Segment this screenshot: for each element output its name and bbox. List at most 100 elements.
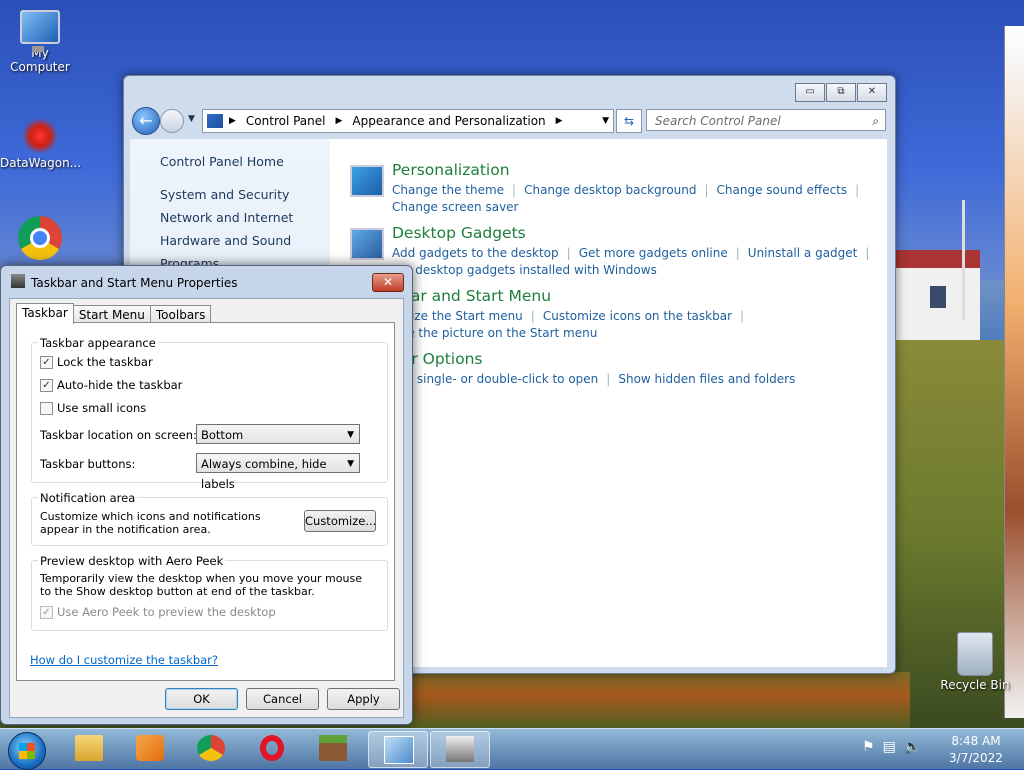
link-click-to-open[interactable]: cify single- or double-click to open — [392, 372, 598, 386]
start-button[interactable] — [8, 732, 46, 770]
desktop-icon-label: Recycle Bin — [940, 678, 1010, 692]
sidebar-item-security[interactable]: System and Security — [160, 187, 289, 202]
recent-pages-dropdown[interactable]: ▼ — [188, 114, 195, 124]
category-title[interactable]: kbar and Start Menu — [392, 287, 551, 305]
checkbox-box[interactable]: ✓ — [40, 355, 53, 369]
maximize-button[interactable]: ⧉ — [826, 83, 856, 102]
file-explorer-icon — [75, 735, 103, 761]
aero-peek-checkbox: ✓ Use Aero Peek to preview the desktop — [40, 605, 276, 619]
location-select[interactable]: Bottom ▼ — [196, 424, 360, 444]
group-aero-peek: Preview desktop with Aero Peek Temporari… — [31, 554, 388, 631]
checkbox-box[interactable]: ✓ — [40, 378, 53, 392]
wallpaper-flowers — [410, 672, 910, 730]
clock[interactable]: 8:48 AM 3/7/2022 — [940, 733, 1012, 767]
refresh-button[interactable]: ⇆ — [616, 109, 642, 133]
location-value: Bottom — [201, 428, 244, 442]
taskbar-item-minecraft[interactable] — [304, 731, 362, 766]
volume-icon[interactable]: 🔈 — [904, 739, 921, 755]
minecraft-icon — [319, 735, 347, 761]
group-label: Notification area — [38, 491, 138, 505]
chevron-down-icon: ▼ — [347, 430, 354, 440]
address-dropdown-icon[interactable]: ▼ — [602, 116, 609, 126]
buttons-value: Always combine, hide labels — [201, 457, 327, 491]
desktop-icon-my-computer[interactable]: My Computer — [0, 10, 80, 74]
desktop-icon-recycle-bin[interactable]: Recycle Bin — [935, 632, 1015, 692]
taskbar-item-opera[interactable] — [243, 731, 301, 766]
taskbar-properties-icon — [11, 274, 25, 288]
peek-description: Temporarily view the desktop when you mo… — [40, 572, 362, 598]
link-restore-gadgets[interactable]: ore desktop gadgets installed with Windo… — [392, 263, 657, 277]
chevron-down-icon: ▼ — [347, 459, 354, 469]
group-taskbar-appearance: Taskbar appearance ✓ Lock the taskbar ✓ … — [31, 336, 388, 491]
datawagon-icon — [22, 118, 58, 154]
minimize-button[interactable]: ▭ — [795, 83, 825, 102]
close-button[interactable]: ✕ — [372, 273, 404, 292]
taskbar: ⚑ ▤ 🔈 8:48 AM 3/7/2022 — [0, 728, 1024, 770]
link-uninstall-gadget[interactable]: Uninstall a gadget — [748, 246, 858, 260]
window-controls: ▭ ⧉ ✕ — [794, 83, 887, 102]
gadgets-icon — [350, 228, 384, 260]
link-change-background[interactable]: Change desktop background — [524, 183, 696, 197]
customize-button[interactable]: Customize... — [304, 510, 376, 532]
system-tray: ⚑ ▤ 🔈 — [862, 739, 921, 755]
taskbar-item-chrome[interactable] — [182, 731, 240, 766]
chrome-icon — [18, 216, 62, 260]
breadcrumb-appearance[interactable]: Appearance and Personalization — [352, 114, 545, 128]
taskbar-item-taskbar-properties[interactable] — [430, 731, 490, 768]
search-placeholder: Search Control Panel — [655, 114, 781, 128]
checkbox-label[interactable]: Lock the taskbar — [57, 355, 153, 369]
action-center-icon[interactable]: ⚑ — [862, 739, 875, 755]
category-title[interactable]: Desktop Gadgets — [392, 224, 526, 242]
opera-icon — [260, 735, 284, 761]
link-change-picture[interactable]: nge the picture on the Start menu — [392, 326, 597, 340]
wallpaper-pole — [962, 200, 965, 320]
link-add-gadgets[interactable]: Add gadgets to the desktop — [392, 246, 559, 260]
link-change-sounds[interactable]: Change sound effects — [717, 183, 848, 197]
desktop-icon-chrome[interactable] — [0, 216, 80, 262]
chrome-icon — [197, 735, 225, 761]
lock-taskbar-checkbox[interactable]: ✓ Lock the taskbar — [40, 355, 153, 369]
forward-button[interactable] — [160, 109, 184, 133]
breadcrumb-control-panel[interactable]: Control Panel — [246, 114, 326, 128]
search-icon[interactable]: ⌕ — [872, 110, 879, 132]
network-icon[interactable]: ▤ — [883, 739, 896, 755]
chevron-right-icon[interactable]: ▶ — [229, 116, 236, 126]
taskbar-item-control-panel[interactable] — [368, 731, 428, 768]
link-change-screensaver[interactable]: Change screen saver — [392, 200, 519, 214]
link-show-hidden[interactable]: Show hidden files and folders — [618, 372, 795, 386]
checkbox-label[interactable]: Use small icons — [57, 401, 146, 415]
taskbar-properties-dialog[interactable]: Taskbar and Start Menu Properties ✕ Task… — [0, 265, 413, 725]
sidebar-item-network[interactable]: Network and Internet — [160, 210, 293, 225]
desktop-icon-datawagon[interactable]: DataWagon... — [0, 118, 81, 170]
chevron-right-icon[interactable]: ▶ — [336, 116, 343, 126]
clock-date: 3/7/2022 — [949, 751, 1003, 765]
checkbox-label[interactable]: Auto-hide the taskbar — [57, 378, 182, 392]
control-panel-icon — [207, 114, 223, 128]
dialog-title: Taskbar and Start Menu Properties — [31, 276, 238, 290]
sidebar-item-hardware[interactable]: Hardware and Sound — [160, 233, 291, 248]
apply-button[interactable]: Apply — [327, 688, 400, 710]
autohide-taskbar-checkbox[interactable]: ✓ Auto-hide the taskbar — [40, 378, 182, 392]
sidebar-item-home[interactable]: Control Panel Home — [160, 154, 284, 169]
taskbar-item-media-player[interactable] — [121, 731, 179, 766]
address-bar[interactable]: ▶ Control Panel ▶ Appearance and Persona… — [202, 109, 614, 133]
background-window-edge[interactable] — [1004, 26, 1024, 718]
taskbar-item-explorer[interactable] — [60, 731, 118, 766]
search-input[interactable]: Search Control Panel ⌕ — [646, 109, 886, 131]
link-customize-icons[interactable]: Customize icons on the taskbar — [543, 309, 732, 323]
back-button[interactable]: ← — [132, 107, 160, 135]
notification-description: Customize which icons and notifications … — [40, 510, 261, 536]
category-title[interactable]: Personalization — [392, 161, 510, 179]
link-change-theme[interactable]: Change the theme — [392, 183, 504, 197]
chevron-right-icon[interactable]: ▶ — [556, 116, 563, 126]
link-get-gadgets[interactable]: Get more gadgets online — [579, 246, 728, 260]
taskbar-buttons-select[interactable]: Always combine, hide labels ▼ — [196, 453, 360, 491]
personalization-icon — [350, 165, 384, 197]
cancel-button[interactable]: Cancel — [246, 688, 319, 710]
ok-button[interactable]: OK — [165, 688, 238, 710]
checkbox-box[interactable] — [40, 401, 53, 415]
close-button[interactable]: ✕ — [857, 83, 887, 102]
tab-taskbar[interactable]: Taskbar — [16, 303, 74, 324]
help-link[interactable]: How do I customize the taskbar? — [30, 653, 218, 667]
small-icons-checkbox[interactable]: Use small icons — [40, 401, 146, 415]
